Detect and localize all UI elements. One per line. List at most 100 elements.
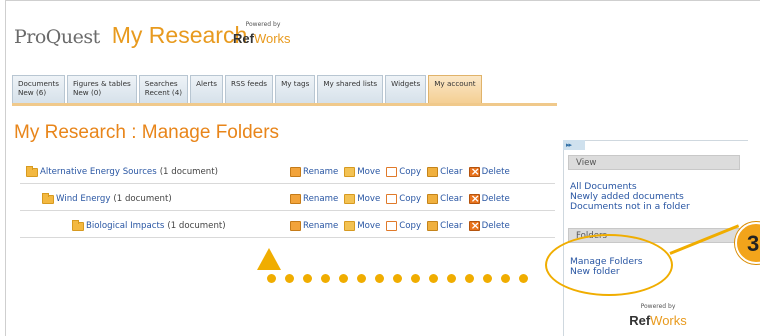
tab-my-tags[interactable]: My tags bbox=[275, 75, 316, 103]
callout-dot bbox=[483, 274, 492, 283]
page-title: My Research : Manage Folders bbox=[14, 122, 280, 143]
copy-label: Copy bbox=[399, 167, 422, 177]
clear-label: Clear bbox=[440, 221, 463, 231]
callout-dot bbox=[267, 274, 276, 283]
rename-button[interactable]: Rename bbox=[290, 194, 338, 204]
folder-link[interactable]: Alternative Energy Sources bbox=[40, 167, 157, 177]
folder-link[interactable]: Wind Energy bbox=[56, 194, 110, 204]
clear-button[interactable]: Clear bbox=[427, 221, 463, 231]
tab-label: Documents bbox=[18, 79, 59, 88]
tab-documents[interactable]: Documents New (6) bbox=[12, 75, 65, 103]
link-documents-not-in-folder[interactable]: Documents not in a folder bbox=[570, 202, 690, 212]
callout-highlight-oval bbox=[545, 234, 673, 296]
callout-dot bbox=[429, 274, 438, 283]
folder-actions: Rename Move Copy Clear Delete bbox=[290, 192, 516, 205]
tab-label: My tags bbox=[281, 79, 310, 88]
tab-sublabel: New (6) bbox=[18, 88, 47, 97]
move-button[interactable]: Move bbox=[344, 167, 380, 177]
clear-label: Clear bbox=[440, 167, 463, 177]
folder-link[interactable]: Biological Impacts bbox=[86, 221, 164, 231]
tabs-underline bbox=[12, 103, 557, 106]
refworks-logo: RefWorks bbox=[233, 31, 291, 46]
folder-row: Wind Energy (1 document) Rename Move Cop… bbox=[20, 189, 555, 211]
copy-label: Copy bbox=[399, 194, 422, 204]
delete-button[interactable]: Delete bbox=[468, 219, 510, 232]
rename-label: Rename bbox=[303, 167, 339, 177]
callout-arrowhead bbox=[257, 248, 281, 270]
folder-doc-count: (1 document) bbox=[167, 221, 226, 231]
move-button[interactable]: Move bbox=[344, 221, 380, 231]
folder-icon bbox=[72, 219, 84, 231]
delete-button[interactable]: Delete bbox=[468, 165, 510, 178]
folder-doc-count: (1 document) bbox=[113, 194, 172, 204]
rename-label: Rename bbox=[303, 221, 339, 231]
rename-button[interactable]: Rename bbox=[290, 221, 338, 231]
tab-label: Figures & tables bbox=[72, 79, 131, 88]
callout-dot bbox=[375, 274, 384, 283]
callout-dot bbox=[519, 274, 528, 283]
folder-name-cell: Alternative Energy Sources (1 document) bbox=[26, 165, 218, 177]
clear-button[interactable]: Clear bbox=[427, 194, 463, 204]
clear-icon bbox=[427, 167, 439, 177]
folder-icon bbox=[26, 165, 38, 177]
clear-icon bbox=[427, 221, 439, 231]
refworks-works-text: Works bbox=[253, 31, 291, 46]
refworks-ref-text: Ref bbox=[233, 31, 254, 46]
view-section-heading: View bbox=[568, 155, 740, 170]
rename-label: Rename bbox=[303, 194, 339, 204]
delete-label: Delete bbox=[481, 221, 510, 231]
folder-name-cell: Biological Impacts (1 document) bbox=[72, 219, 226, 231]
move-label: Move bbox=[357, 221, 381, 231]
powered-by-refworks-top: Powered by RefWorks bbox=[233, 21, 293, 47]
refworks-works-text: Works bbox=[650, 313, 687, 328]
move-folder-icon bbox=[344, 194, 356, 204]
panel-collapse-toggle[interactable]: ▸▸ bbox=[563, 140, 585, 150]
proquest-logo[interactable]: ProQuest bbox=[14, 26, 100, 48]
rename-icon bbox=[290, 167, 301, 177]
callout-dot bbox=[321, 274, 330, 283]
brand-header: ProQuest My Research bbox=[14, 22, 247, 49]
rename-button[interactable]: Rename bbox=[290, 167, 338, 177]
move-folder-icon bbox=[344, 167, 356, 177]
tab-label: Widgets bbox=[391, 79, 421, 88]
tab-searches[interactable]: Searches Recent (4) bbox=[138, 75, 189, 103]
copy-label: Copy bbox=[399, 221, 422, 231]
tab-rss-feeds[interactable]: RSS feeds bbox=[224, 75, 274, 103]
copy-envelope-icon bbox=[386, 221, 398, 231]
tab-sublabel: New (0) bbox=[72, 88, 102, 97]
tab-my-shared-lists[interactable]: My shared lists bbox=[317, 75, 384, 103]
folder-actions: Rename Move Copy Clear Delete bbox=[290, 219, 516, 232]
delete-icon bbox=[468, 165, 480, 178]
tab-label: RSS feeds bbox=[230, 79, 268, 88]
folder-row: Biological Impacts (1 document) Rename M… bbox=[20, 216, 555, 238]
tab-label: My account bbox=[434, 79, 476, 88]
tab-my-account[interactable]: My account bbox=[428, 75, 482, 103]
delete-label: Delete bbox=[481, 167, 510, 177]
tab-label: Alerts bbox=[196, 79, 217, 88]
copy-button[interactable]: Copy bbox=[386, 194, 421, 204]
copy-button[interactable]: Copy bbox=[386, 221, 421, 231]
main-tabs: Documents New (6) Figures & tables New (0)… bbox=[12, 75, 482, 105]
tab-figures-tables[interactable]: Figures & tables New (0) bbox=[66, 75, 137, 103]
callout-dot bbox=[411, 274, 420, 283]
delete-icon bbox=[468, 192, 480, 205]
copy-button[interactable]: Copy bbox=[386, 167, 421, 177]
rename-icon bbox=[290, 194, 301, 204]
move-button[interactable]: Move bbox=[344, 194, 380, 204]
tab-sublabel: Recent (4) bbox=[144, 88, 183, 97]
folder-actions: Rename Move Copy Clear Delete bbox=[290, 165, 516, 178]
clear-button[interactable]: Clear bbox=[427, 167, 463, 177]
folder-doc-count: (1 document) bbox=[159, 167, 218, 177]
callout-dot bbox=[501, 274, 510, 283]
delete-button[interactable]: Delete bbox=[468, 192, 510, 205]
refworks-ref-text: Ref bbox=[629, 313, 651, 328]
callout-dot bbox=[285, 274, 294, 283]
move-label: Move bbox=[357, 194, 381, 204]
move-folder-icon bbox=[344, 221, 356, 231]
powered-by-refworks-bottom: Powered by RefWorks bbox=[628, 303, 688, 329]
tab-alerts[interactable]: Alerts bbox=[190, 75, 223, 103]
tab-widgets[interactable]: Widgets bbox=[385, 75, 427, 103]
callout-dot bbox=[393, 274, 402, 283]
callout-dot bbox=[465, 274, 474, 283]
refworks-logo: RefWorks bbox=[629, 313, 687, 328]
